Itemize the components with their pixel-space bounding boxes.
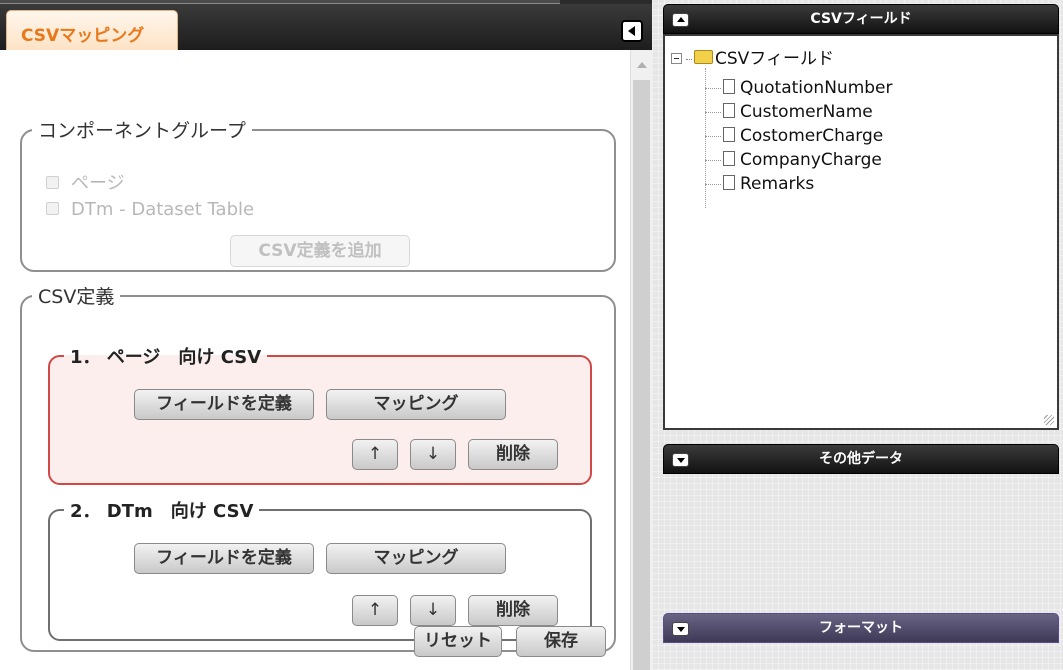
resize-grip-icon[interactable] [1044,415,1054,425]
expand-down-icon[interactable] [672,453,689,467]
checkbox-label-dtm: DTm - Dataset Table [71,199,255,220]
tree-field-item[interactable]: CompanyCharge [705,150,882,170]
move-down-button[interactable]: ↓ [410,595,456,626]
csv-field-panel-title: CSVフィールド [810,11,912,27]
collapse-up-icon[interactable] [672,13,689,27]
delete-button[interactable]: 削除 [468,439,558,470]
field-label: CostomerCharge [740,126,884,146]
move-down-button[interactable]: ↓ [410,439,456,470]
csv-field-panel: CSVフィールド CSVフィールド QuotationNumber Custom… [663,4,1059,430]
move-up-button[interactable]: ↑ [352,595,398,626]
field-label: CompanyCharge [740,150,882,170]
csv-field-panel-header[interactable]: CSVフィールド [663,4,1059,34]
tree-connector [686,58,692,60]
checkbox-label-page: ページ [71,173,125,194]
tree-root-node[interactable]: CSVフィールド [671,44,834,69]
document-icon [723,150,735,166]
add-csv-definition-button[interactable]: CSV定義を追加 [230,235,410,267]
tree-field-item[interactable]: QuotationNumber [705,78,893,98]
move-up-button[interactable]: ↑ [352,439,398,470]
csv-item-dtm[interactable]: 2． DTm 向け CSV フィールドを定義 マッピング ↑ ↓ 削除 [48,497,592,641]
csv-item-title: 1． ページ 向け CSV [70,347,262,368]
document-icon [723,174,735,190]
vertical-scrollbar[interactable] [630,50,652,670]
mapping-button[interactable]: マッピング [326,389,506,420]
reset-button[interactable]: リセット [414,626,502,657]
tree-root-label: CSVフィールド [715,49,834,69]
format-panel-header[interactable]: フォーマット [663,613,1059,643]
field-label: Remarks [740,174,815,194]
checkbox-row-page: ページ [46,169,125,195]
folder-icon [694,50,713,64]
csv-field-tree: CSVフィールド QuotationNumber CustomerName Co… [663,34,1059,430]
scrollbar-thumb[interactable] [633,80,650,670]
csv-item-page[interactable]: 1． ページ 向け CSV フィールドを定義 マッピング ↑ ↓ 削除 [48,343,592,485]
component-group-section: コンポーネントグループ ページ DTm - Dataset Table CSV定… [20,116,616,272]
field-label: QuotationNumber [740,78,893,98]
define-fields-button[interactable]: フィールドを定義 [134,543,314,574]
csv-mapping-panel: CSVマッピング コンポーネントグループ ページ DTm - Dataset T… [0,0,652,670]
scroll-up-icon[interactable] [637,62,647,68]
define-fields-button[interactable]: フィールドを定義 [134,389,314,420]
tab-csv-mapping[interactable]: CSVマッピング [6,10,178,50]
document-icon [723,102,735,118]
tree-field-item[interactable]: CustomerName [705,102,873,122]
save-button[interactable]: 保存 [516,626,606,657]
expand-down-icon[interactable] [672,622,689,636]
other-data-panel-header[interactable]: その他データ [663,444,1059,474]
field-label: CustomerName [740,102,873,122]
mapping-button[interactable]: マッピング [326,543,506,574]
checkbox-row-dtm: DTm - Dataset Table [46,199,254,220]
format-panel-title: フォーマット [819,620,903,636]
csv-item-title: 2． DTm 向け CSV [70,501,254,522]
panel-header: CSVマッピング [0,4,652,50]
component-group-legend: コンポーネントグループ [38,120,246,142]
tree-field-item[interactable]: Remarks [705,174,814,194]
checkbox-dtm[interactable] [46,201,59,215]
delete-button[interactable]: 削除 [468,595,558,626]
csv-definition-legend: CSV定義 [38,286,115,308]
collapse-left-icon[interactable] [621,20,643,42]
document-icon [723,78,735,94]
other-data-panel-title: その他データ [819,451,903,467]
document-icon [723,126,735,142]
csv-definition-section: CSV定義 1． ページ 向け CSV フィールドを定義 マッピング ↑ ↓ 削… [20,282,616,652]
panel-content: コンポーネントグループ ページ DTm - Dataset Table CSV定… [0,50,630,670]
checkbox-page[interactable] [46,175,59,189]
tree-field-item[interactable]: CostomerCharge [705,126,883,146]
tree-collapse-icon[interactable] [671,53,682,64]
